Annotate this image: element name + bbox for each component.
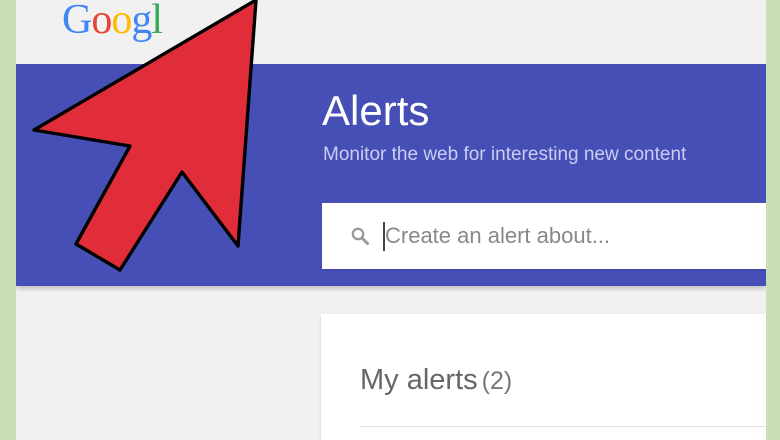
my-alerts-label: My alerts bbox=[360, 364, 478, 396]
logo-letter-o: o bbox=[111, 0, 132, 43]
google-logo[interactable]: Googl bbox=[62, 0, 163, 44]
page-subtitle: Monitor the web for interesting new cont… bbox=[323, 144, 687, 165]
top-bar: Googl bbox=[16, 0, 766, 64]
create-alert-input[interactable] bbox=[385, 220, 755, 252]
my-alerts-card: My alerts (2) bbox=[321, 314, 766, 440]
logo-letter-o: o bbox=[91, 0, 112, 43]
app-frame: Googl Alerts Monitor the web for interes… bbox=[16, 0, 766, 440]
search-icon bbox=[351, 227, 369, 245]
alerts-count: (2) bbox=[481, 367, 513, 395]
alerts-divider bbox=[360, 426, 766, 427]
page-title: Alerts bbox=[322, 87, 430, 134]
logo-letter-g: g bbox=[131, 0, 152, 43]
my-alerts-heading: My alerts (2) bbox=[360, 362, 512, 399]
logo-letter-g: G bbox=[62, 0, 92, 43]
create-alert-search-box[interactable] bbox=[322, 203, 766, 269]
logo-letter-l: l bbox=[151, 0, 163, 43]
alerts-hero-banner: Alerts Monitor the web for interesting n… bbox=[16, 64, 766, 286]
